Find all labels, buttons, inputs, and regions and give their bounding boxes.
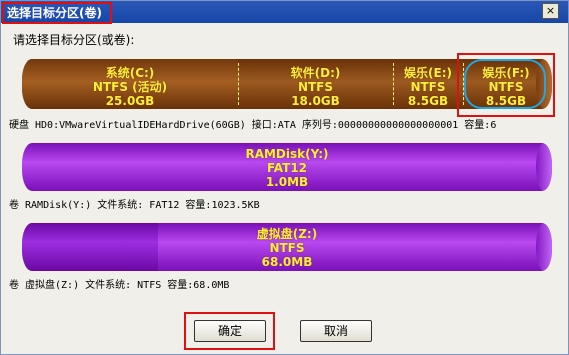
title-highlight-box <box>2 2 112 24</box>
virtual-disk-size: 68.0MB <box>261 255 313 269</box>
partition-d[interactable]: 软件(D:) NTFS 18.0GB <box>238 59 393 109</box>
partition-c-fs: NTFS (活动) <box>92 80 168 94</box>
partition-e-size: 8.5GB <box>407 94 449 108</box>
partition-d-fs: NTFS <box>297 80 334 94</box>
virtual-disk-fs: NTFS <box>269 241 305 255</box>
ramdisk-cylinder: RAMDisk(Y:) FAT12 1.0MB <box>22 143 552 191</box>
partition-e-fs: NTFS <box>410 80 446 94</box>
prompt-label: 请选择目标分区(或卷): <box>13 33 135 47</box>
virtual-disk-info: 卷 虚拟盘(Z:) 文件系统: NTFS 容量:68.0MB <box>9 280 230 291</box>
partition-f-highlight-box <box>457 53 555 117</box>
partition-c[interactable]: 系统(C:) NTFS (活动) 25.0GB <box>22 59 238 109</box>
virtual-disk-endcap <box>536 223 552 271</box>
ramdisk-info: 卷 RAMDisk(Y:) 文件系统: FAT12 容量:1023.5KB <box>9 200 260 211</box>
ramdisk-label: RAMDisk(Y:) <box>245 147 329 161</box>
partition-e-label: 娱乐(E:) <box>404 66 452 80</box>
partition-c-size: 25.0GB <box>105 94 155 108</box>
virtual-disk-cylinder: 虚拟盘(Z:) NTFS 68.0MB <box>22 223 552 271</box>
ramdisk-size: 1.0MB <box>265 175 309 189</box>
cancel-button[interactable]: 取消 <box>300 320 372 342</box>
close-button[interactable]: × <box>542 3 559 19</box>
ok-highlight-box <box>184 312 275 350</box>
ramdisk-endcap <box>536 143 552 191</box>
partition-c-label: 系统(C:) <box>105 66 155 80</box>
ramdisk-fs: FAT12 <box>266 161 308 175</box>
virtual-disk-z[interactable]: 虚拟盘(Z:) NTFS 68.0MB <box>22 223 552 271</box>
hard-disk-0-info: 硬盘 HD0:VMwareVirtualIDEHardDrive(60GB) 接… <box>9 120 497 131</box>
partition-e[interactable]: 娱乐(E:) NTFS 8.5GB <box>393 59 463 109</box>
virtual-disk-used-fill <box>22 223 158 271</box>
dialog-window: 选择目标分区(卷) × 请选择目标分区(或卷): 系统(C:) NTFS (活动… <box>0 0 569 355</box>
partition-d-label: 软件(D:) <box>290 66 341 80</box>
partition-d-size: 18.0GB <box>291 94 340 108</box>
virtual-disk-label: 虚拟盘(Z:) <box>256 227 318 241</box>
ramdisk-y[interactable]: RAMDisk(Y:) FAT12 1.0MB <box>22 143 552 191</box>
